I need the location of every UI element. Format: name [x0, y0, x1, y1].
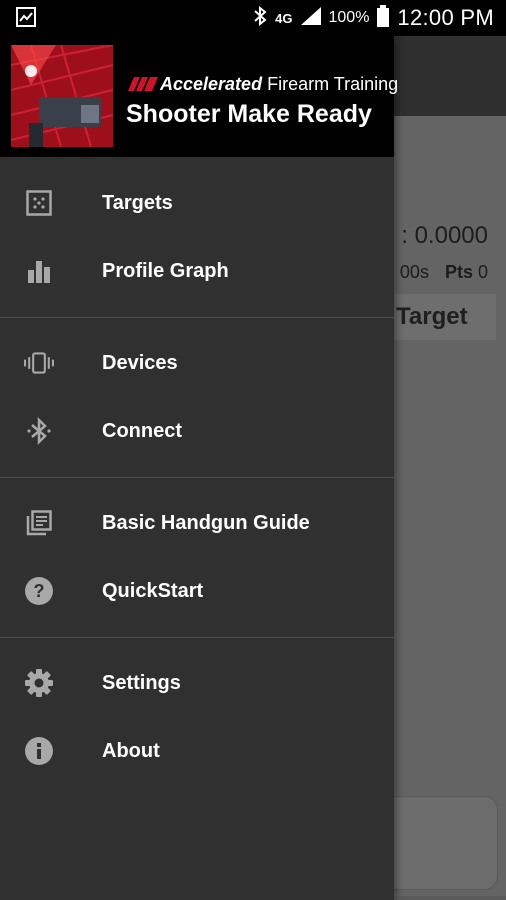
- points-label: Pts: [444, 262, 473, 282]
- menu-item-quickstart[interactable]: ? QuickStart: [0, 557, 394, 625]
- gallery-notification-icon: [16, 7, 36, 27]
- menu-label-basic-handgun-guide: Basic Handgun Guide: [102, 511, 310, 534]
- menu-item-basic-handgun-guide[interactable]: Basic Handgun Guide: [0, 489, 394, 557]
- menu-divider: [0, 637, 394, 638]
- menu-label-about: About: [102, 739, 160, 762]
- menu-item-targets[interactable]: Targets: [0, 169, 394, 237]
- bluetooth-status-icon: [253, 5, 267, 31]
- brand-suffix: Firearm Training: [267, 74, 399, 94]
- background-bottom-button: [380, 796, 498, 890]
- brand-stripes-icon: [128, 75, 158, 91]
- background-time: 00s: [399, 262, 429, 282]
- brand-prefix: Accelerated: [160, 74, 263, 94]
- background-subline: 00s Pts 0: [400, 262, 488, 283]
- menu-label-devices: Devices: [102, 351, 178, 374]
- network-type-icon: 4G: [275, 10, 293, 26]
- menu-item-settings[interactable]: Settings: [0, 649, 394, 717]
- menu-label-profile-graph: Profile Graph: [102, 259, 229, 282]
- battery-icon: [377, 4, 390, 32]
- menu-divider: [0, 477, 394, 478]
- bluetooth-icon: [24, 416, 54, 446]
- info-icon: [24, 736, 54, 766]
- drawer-menu: Targets Profile Graph Devices Connect Ba…: [0, 157, 394, 785]
- points-value: 0: [477, 262, 488, 282]
- menu-label-connect: Connect: [102, 419, 182, 442]
- battery-percent: 100%: [328, 9, 370, 26]
- bar-chart-icon: [24, 256, 54, 286]
- app-logo: [11, 45, 113, 147]
- svg-text:?: ?: [34, 581, 45, 601]
- menu-label-quickstart: QuickStart: [102, 579, 204, 602]
- signal-icon: [300, 6, 321, 30]
- menu-label-settings: Settings: [102, 671, 181, 694]
- gear-icon: [24, 668, 54, 698]
- status-bar: 4G 100% 12:00 PM: [0, 0, 506, 36]
- vibrate-device-icon: [24, 348, 54, 378]
- menu-item-devices[interactable]: Devices: [0, 329, 394, 397]
- menu-label-targets: Targets: [102, 191, 173, 214]
- brand-line: Accelerated Firearm Training: [128, 74, 398, 95]
- navigation-drawer: Accelerated Firearm Training Shooter Mak…: [0, 36, 398, 900]
- drawer-header: Accelerated Firearm Training Shooter Mak…: [0, 36, 398, 157]
- grid-icon: [24, 188, 54, 218]
- help-circle-icon: ?: [24, 576, 54, 606]
- drawer-title: Shooter Make Ready: [126, 100, 372, 128]
- menu-divider: [0, 317, 394, 318]
- status-time: 12:00 PM: [397, 5, 494, 30]
- library-books-icon: [24, 508, 54, 538]
- menu-item-connect[interactable]: Connect: [0, 397, 394, 465]
- menu-item-about[interactable]: About: [0, 717, 394, 785]
- background-readout: : 0.0000: [401, 222, 488, 249]
- menu-item-profile-graph[interactable]: Profile Graph: [0, 237, 394, 305]
